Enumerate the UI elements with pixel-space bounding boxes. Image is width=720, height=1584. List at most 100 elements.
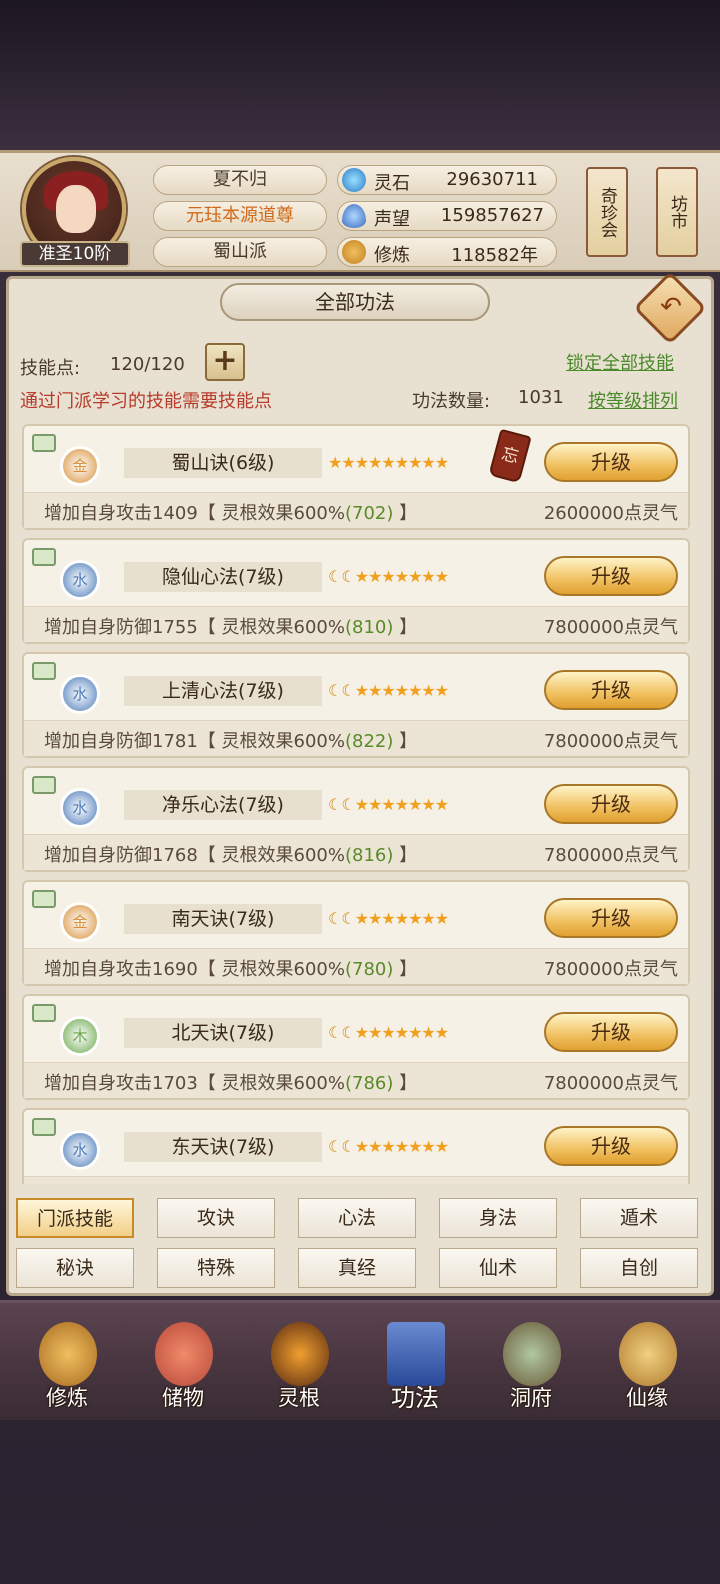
star-icon: ★	[421, 681, 435, 700]
top-background	[0, 0, 720, 150]
star-icon: ★	[408, 1023, 422, 1042]
moon-icon: ☾	[341, 1023, 355, 1042]
lock-icon[interactable]	[32, 776, 56, 794]
lock-icon[interactable]	[32, 1004, 56, 1022]
star-icon: ★	[394, 795, 409, 814]
lock-icon[interactable]	[32, 434, 56, 452]
tab-9[interactable]: 自创	[580, 1248, 698, 1288]
nav-item-4[interactable]: 洞府	[481, 1308, 581, 1418]
avatar-face	[56, 185, 96, 233]
lock-icon[interactable]	[32, 1118, 56, 1136]
tab-2[interactable]: 心法	[298, 1198, 416, 1238]
star-icon: ★	[354, 1023, 369, 1042]
desc-text: 增加自身防御1768【 灵根效果600%	[44, 845, 345, 866]
star-icon: ★	[341, 453, 355, 472]
tab-0[interactable]: 门派技能	[16, 1198, 134, 1238]
lock-icon[interactable]	[32, 662, 56, 680]
skill-list[interactable]: 金蜀山诀(6级) ★★★★★★★★★ 忘升级 增加自身攻击1409【 灵根效果600%…	[22, 424, 690, 1184]
tab-5[interactable]: 秘诀	[16, 1248, 134, 1288]
skill-description: 增加自身攻击1690【 灵根效果600%(780) 】	[44, 955, 417, 981]
star-icon: ★	[434, 795, 449, 814]
resource-label: 修炼	[374, 245, 410, 266]
tab-4[interactable]: 遁术	[580, 1198, 698, 1238]
sort-by-level-link[interactable]: 按等级排列	[588, 387, 678, 413]
star-icon: ★	[381, 909, 395, 928]
nav-item-5[interactable]: 仙缘	[597, 1308, 697, 1418]
skill-card[interactable]: 水东天诀(7级) ☾☾★★★★★★★ 升级	[22, 1108, 690, 1184]
star-icon: ★	[328, 453, 342, 472]
forget-tag[interactable]: 忘	[488, 428, 532, 484]
star-icon: ★	[381, 1137, 395, 1156]
skill-card[interactable]: 水净乐心法(7级) ☾☾★★★★★★★ 升级 增加自身防御1768【 灵根效果600%…	[22, 766, 690, 872]
upgrade-cost: 2600000点灵气	[543, 503, 678, 524]
upgrade-button[interactable]: 升级	[544, 898, 678, 938]
star-icon: ★	[408, 567, 422, 586]
skill-stars: ☾☾★★★★★★★	[328, 792, 498, 818]
upgrade-button[interactable]: 升级	[544, 1126, 678, 1166]
qizhenhui-button[interactable]: 奇珍会	[586, 167, 628, 257]
upgrade-button[interactable]: 升级	[544, 670, 678, 710]
moon-icon: ☾	[341, 795, 355, 814]
upgrade-button[interactable]: 升级	[544, 556, 678, 596]
nav-item-3[interactable]: 功法	[365, 1308, 465, 1418]
star-icon: ★	[408, 681, 422, 700]
star-icon: ★	[381, 567, 395, 586]
desc-end: 】	[393, 617, 418, 638]
lock-icon[interactable]	[32, 548, 56, 566]
element-badge: 金	[60, 446, 100, 486]
lock-all-skills-link[interactable]: 锁定全部技能	[566, 349, 674, 375]
add-skill-points-button[interactable]: +	[205, 343, 245, 381]
desc-text: 增加自身攻击1703【 灵根效果600%	[44, 1073, 345, 1094]
nav-item-1[interactable]: 储物	[133, 1308, 233, 1418]
player-title[interactable]: 元珏本源道尊	[153, 201, 327, 231]
star-icon: ★	[354, 567, 369, 586]
star-icon: ★	[421, 1023, 435, 1042]
tab-8[interactable]: 仙术	[439, 1248, 557, 1288]
tab-7[interactable]: 真经	[298, 1248, 416, 1288]
desc-bonus: (780)	[345, 959, 394, 980]
star-icon: ★	[354, 795, 369, 814]
bag-icon	[155, 1322, 213, 1386]
element-badge: 金	[60, 902, 100, 942]
skill-description: 增加自身防御1781【 灵根效果600%(822) 】	[44, 727, 417, 753]
desc-bonus: (786)	[345, 1073, 394, 1094]
nav-item-2[interactable]: 灵根	[249, 1308, 349, 1418]
skill-description: 增加自身攻击1409【 灵根效果600%(702) 】	[44, 499, 417, 525]
moon-icon: ☾	[328, 1023, 342, 1042]
upgrade-button[interactable]: 升级	[544, 784, 678, 824]
upgrade-button[interactable]: 升级	[544, 442, 678, 482]
skill-card[interactable]: 金蜀山诀(6级) ★★★★★★★★★ 忘升级 增加自身攻击1409【 灵根效果600%…	[22, 424, 690, 530]
lock-icon[interactable]	[32, 890, 56, 908]
moon-icon: ☾	[341, 681, 355, 700]
upgrade-button[interactable]: 升级	[544, 1012, 678, 1052]
notice-text: 通过门派学习的技能需要技能点	[20, 391, 272, 412]
skill-name: 南天诀(7级)	[124, 904, 322, 934]
star-icon: ★	[434, 1137, 449, 1156]
moon-icon: ☾	[328, 1137, 342, 1156]
upgrade-cost: 7800000点灵气	[543, 617, 678, 638]
nav-item-0[interactable]: 修炼	[17, 1308, 117, 1418]
resource-label: 声望	[374, 209, 410, 230]
skill-description: 增加自身攻击1703【 灵根效果600%(786) 】	[44, 1069, 417, 1095]
tab-6[interactable]: 特殊	[157, 1248, 275, 1288]
skill-card[interactable]: 木北天诀(7级) ☾☾★★★★★★★ 升级 增加自身攻击1703【 灵根效果600%(…	[22, 994, 690, 1100]
moon-icon: ☾	[328, 567, 342, 586]
star-icon: ★	[394, 1137, 409, 1156]
star-icon: ★	[381, 795, 395, 814]
star-icon: ★	[434, 453, 449, 472]
upgrade-cost: 7800000点灵气	[543, 731, 678, 752]
skill-card[interactable]: 水隐仙心法(7级) ☾☾★★★★★★★ 升级 增加自身防御1755【 灵根效果600%…	[22, 538, 690, 644]
skill-name: 蜀山诀(6级)	[124, 448, 322, 478]
skill-card[interactable]: 水上清心法(7级) ☾☾★★★★★★★ 升级 增加自身防御1781【 灵根效果600%…	[22, 652, 690, 758]
tab-3[interactable]: 身法	[439, 1198, 557, 1238]
star-icon: ★	[368, 1137, 382, 1156]
skill-stars: ☾☾★★★★★★★	[328, 678, 498, 704]
star-icon: ★	[368, 681, 382, 700]
skill-card[interactable]: 金南天诀(7级) ☾☾★★★★★★★ 升级 增加自身攻击1690【 灵根效果600%(…	[22, 880, 690, 986]
skill-stars: ☾☾★★★★★★★	[328, 1020, 498, 1046]
resource-value: 118582年	[451, 245, 538, 266]
tab-1[interactable]: 攻诀	[157, 1198, 275, 1238]
market-button[interactable]: 坊市	[656, 167, 698, 257]
spirit-root-icon	[271, 1322, 329, 1386]
upgrade-cost: 7800000点灵气	[543, 1073, 678, 1094]
